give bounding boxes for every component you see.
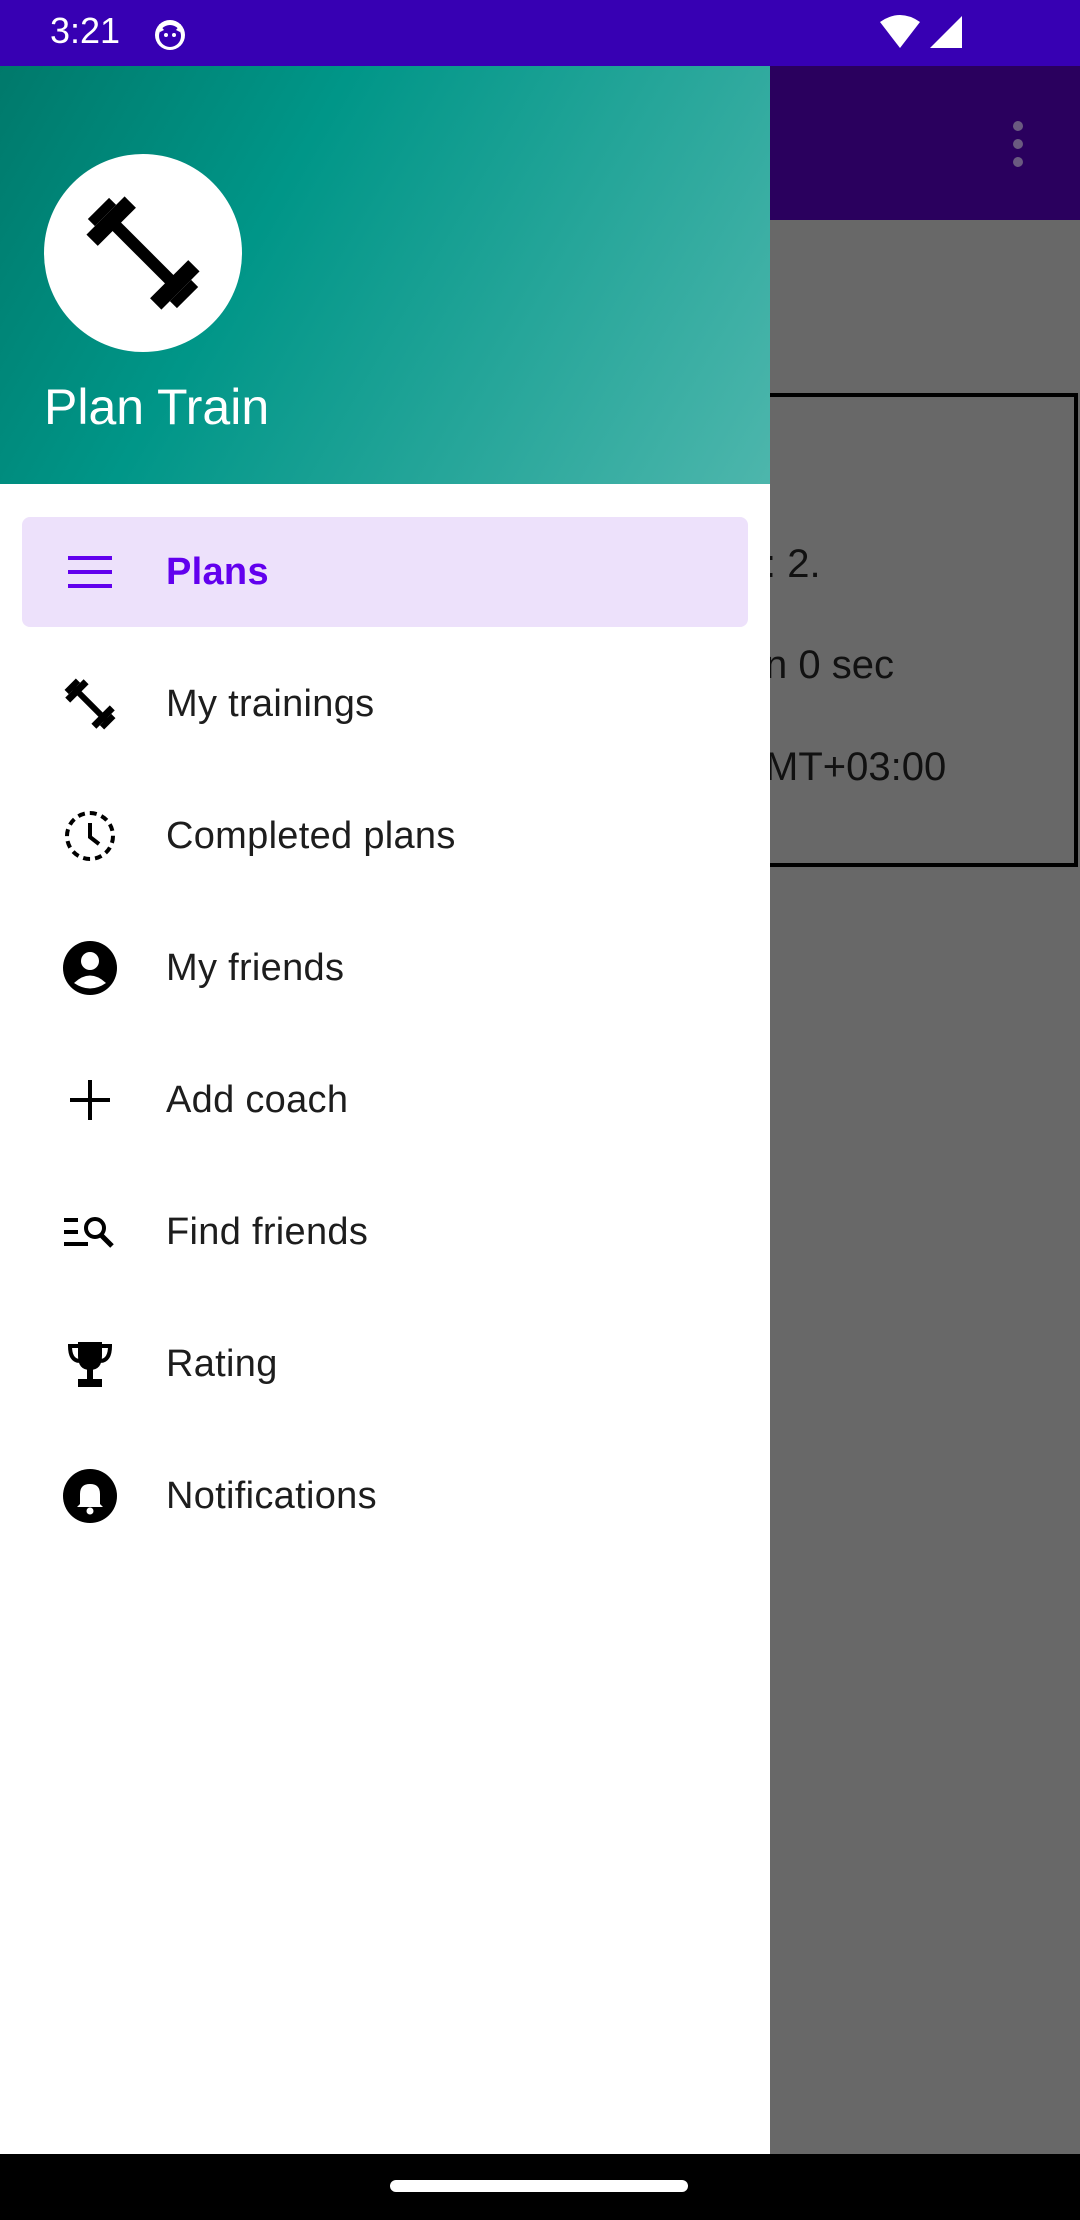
nav-item-rating[interactable]: Rating xyxy=(22,1309,748,1419)
nav-item-label: Notifications xyxy=(166,1475,377,1517)
background-plan-card[interactable] xyxy=(740,393,1078,867)
nav-item-label: Completed plans xyxy=(166,815,456,857)
account-circle-icon xyxy=(63,941,117,995)
background-card-line: MT+03:00 xyxy=(765,745,947,789)
app-avatar xyxy=(44,154,242,352)
signal-icon xyxy=(930,16,962,48)
nav-item-label: Find friends xyxy=(166,1211,369,1253)
bell-icon xyxy=(63,1469,117,1523)
list-search-icon xyxy=(64,1217,114,1248)
navigation-drawer: Plan Train Plans My trainings Completed … xyxy=(0,66,770,2154)
nav-item-label: Rating xyxy=(166,1343,278,1385)
dumbbell-icon xyxy=(64,678,116,730)
home-gesture-handle[interactable] xyxy=(390,2180,688,2192)
notification-cat-icon xyxy=(155,20,185,50)
nav-item-add-coach[interactable]: Add coach xyxy=(22,1045,748,1155)
background-card-line: n 0 sec xyxy=(765,643,894,687)
nav-item-notifications[interactable]: Notifications xyxy=(22,1441,748,1551)
app-name: Plan Train xyxy=(44,379,270,435)
plus-icon xyxy=(70,1080,110,1120)
nav-item-my-trainings[interactable]: My trainings xyxy=(22,649,748,759)
nav-item-label: Add coach xyxy=(166,1079,349,1121)
clock-dashed-icon xyxy=(65,811,115,861)
status-bar: 3:21 xyxy=(0,0,1080,66)
trophy-icon xyxy=(67,1342,113,1387)
drawer-header: Plan Train xyxy=(0,66,770,484)
nav-item-completed-plans[interactable]: Completed plans xyxy=(22,781,748,891)
overflow-menu-icon[interactable] xyxy=(1000,118,1036,172)
dumbbell-logo-icon xyxy=(86,196,200,310)
nav-item-plans[interactable]: Plans xyxy=(22,517,748,627)
nav-item-find-friends[interactable]: Find friends xyxy=(22,1177,748,1287)
background-card-line: : 2. xyxy=(765,542,821,586)
nav-item-label: Plans xyxy=(166,551,269,593)
nav-item-label: My trainings xyxy=(166,683,375,725)
wifi-icon xyxy=(880,15,920,48)
nav-item-my-friends[interactable]: My friends xyxy=(22,913,748,1023)
menu-icon xyxy=(68,556,112,588)
status-time: 3:21 xyxy=(50,10,121,51)
nav-item-label: My friends xyxy=(166,947,345,989)
